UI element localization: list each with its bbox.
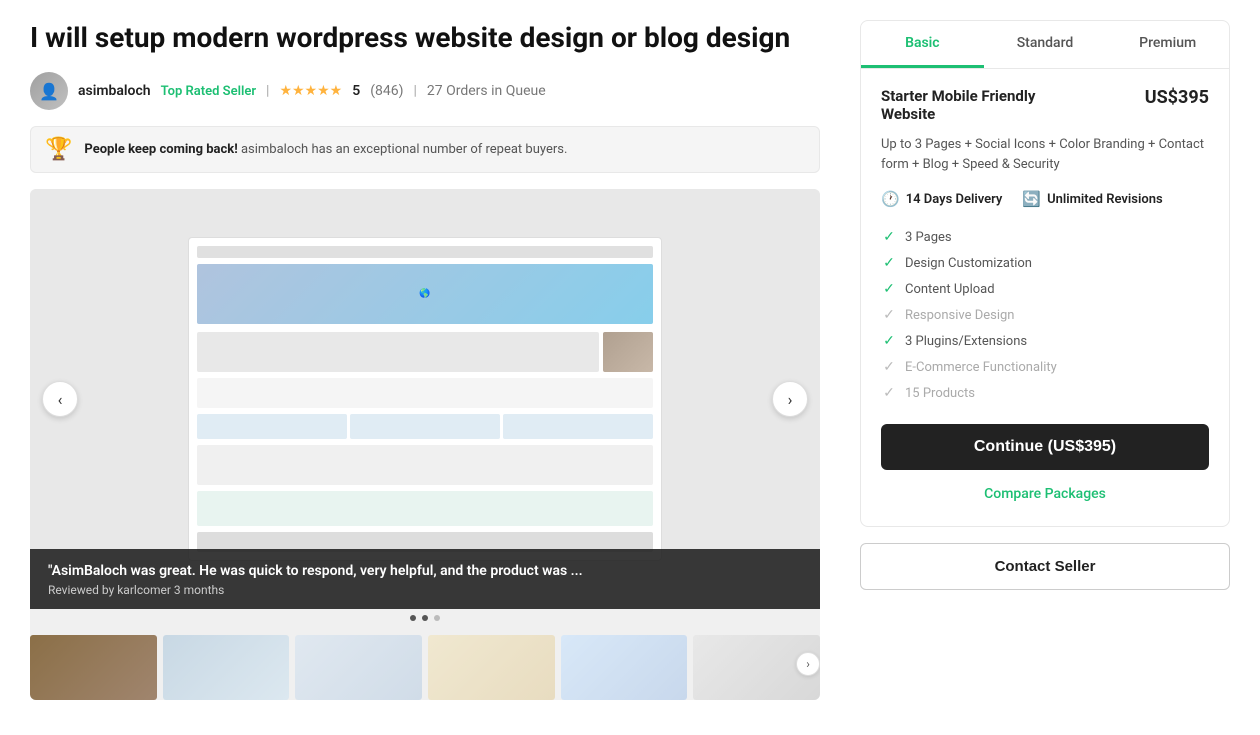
website-preview: 🌎	[188, 237, 662, 561]
compare-packages-link[interactable]: Compare Packages	[881, 482, 1209, 508]
feature-3-pages: ✓ 3 Pages	[881, 224, 1209, 250]
revisions-info: 🔄 Unlimited Revisions	[1022, 190, 1162, 208]
revisions-label: Unlimited Revisions	[1047, 192, 1163, 207]
tab-premium[interactable]: Premium	[1106, 21, 1229, 68]
package-widget: Basic Standard Premium Starter Mobile Fr…	[860, 20, 1230, 527]
check-icon-4: ✓	[881, 307, 897, 323]
thumbnail-4[interactable]	[428, 635, 555, 700]
repeat-buyers-highlight: People keep coming back!	[84, 142, 237, 157]
tab-basic[interactable]: Basic	[861, 21, 984, 68]
features-list: ✓ 3 Pages ✓ Design Customization ✓ Conte…	[881, 224, 1209, 406]
package-name: Starter Mobile Friendly Website	[881, 87, 1081, 123]
feature-content-upload: ✓ Content Upload	[881, 276, 1209, 302]
review-count: (846)	[370, 83, 403, 99]
check-icon-7: ✓	[881, 385, 897, 401]
thumbnails-row: ›	[30, 627, 820, 700]
page-title: I will setup modern wordpress website de…	[30, 20, 820, 56]
feature-products: ✓ 15 Products	[881, 380, 1209, 406]
feature-label-1: 3 Pages	[905, 230, 952, 245]
right-column: Basic Standard Premium Starter Mobile Fr…	[860, 20, 1230, 700]
repeat-buyers-banner: 🏆 People keep coming back! asimbaloch ha…	[30, 126, 820, 173]
mock-cards	[197, 414, 653, 439]
feature-design-customization: ✓ Design Customization	[881, 250, 1209, 276]
mock-hero: 🌎	[197, 264, 653, 324]
mock-nav	[197, 246, 653, 258]
dot-2	[422, 615, 428, 621]
package-price: US$395	[1145, 87, 1209, 108]
feature-ecommerce: ✓ E-Commerce Functionality	[881, 354, 1209, 380]
feature-label-3: Content Upload	[905, 282, 995, 297]
contact-seller-button[interactable]: Contact Seller	[860, 543, 1230, 590]
divider: |	[266, 83, 269, 99]
package-meta: 🕐 14 Days Delivery 🔄 Unlimited Revisions	[881, 190, 1209, 208]
refresh-icon: 🔄	[1022, 190, 1041, 208]
top-rated-badge: Top Rated Seller	[161, 84, 256, 99]
gallery-prev-button[interactable]: ‹	[42, 381, 78, 417]
thumbnail-2[interactable]	[163, 635, 290, 700]
dot-1	[410, 615, 416, 621]
trophy-icon: 🏆	[45, 137, 72, 162]
feature-label-4: Responsive Design	[905, 308, 1014, 323]
repeat-buyers-text: People keep coming back! asimbaloch has …	[84, 142, 567, 157]
repeat-buyers-detail-text: asimbaloch has an exceptional number of …	[241, 142, 567, 157]
avatar: 👤	[30, 72, 68, 110]
thumbnail-3[interactable]	[295, 635, 422, 700]
package-tabs: Basic Standard Premium	[861, 21, 1229, 69]
delivery-info: 🕐 14 Days Delivery	[881, 190, 1002, 208]
mock-instagram	[197, 491, 653, 526]
mock-services	[197, 378, 653, 408]
clock-icon: 🕐	[881, 190, 900, 208]
tab-standard[interactable]: Standard	[984, 21, 1107, 68]
thumbnail-5[interactable]	[561, 635, 688, 700]
rating-value: 5	[352, 83, 360, 99]
check-icon-5: ✓	[881, 333, 897, 349]
feature-responsive-design: ✓ Responsive Design	[881, 302, 1209, 328]
feature-label-7: 15 Products	[905, 386, 975, 401]
mock-blog	[197, 445, 653, 485]
check-icon-1: ✓	[881, 229, 897, 245]
avatar-image: 👤	[30, 72, 68, 110]
gallery-next-button[interactable]: ›	[772, 381, 808, 417]
mock-about-row	[197, 332, 653, 372]
gallery-container: ‹ 🌎	[30, 189, 820, 700]
feature-label-2: Design Customization	[905, 256, 1032, 271]
review-overlay: "AsimBaloch was great. He was quick to r…	[30, 549, 820, 609]
check-icon-3: ✓	[881, 281, 897, 297]
dot-3	[434, 615, 440, 621]
seller-name[interactable]: asimbaloch	[78, 83, 151, 99]
feature-plugins: ✓ 3 Plugins/Extensions	[881, 328, 1209, 354]
package-description: Up to 3 Pages + Social Icons + Color Bra…	[881, 135, 1209, 174]
feature-label-6: E-Commerce Functionality	[905, 360, 1057, 375]
seller-info-bar: 👤 asimbaloch Top Rated Seller | ★★★★★ 5 …	[30, 72, 820, 110]
check-icon-6: ✓	[881, 359, 897, 375]
main-image: ‹ 🌎	[30, 189, 820, 609]
divider-2: |	[413, 83, 416, 99]
review-quote: "AsimBaloch was great. He was quick to r…	[48, 563, 802, 579]
delivery-label: 14 Days Delivery	[906, 192, 1003, 207]
thumbnails-next-button[interactable]: ›	[796, 652, 820, 676]
continue-button[interactable]: Continue (US$395)	[881, 424, 1209, 470]
star-rating: ★★★★★	[279, 83, 342, 99]
package-content: Starter Mobile Friendly Website US$395 U…	[861, 69, 1229, 526]
review-meta: Reviewed by karlcomer 3 months	[48, 583, 802, 597]
check-icon-2: ✓	[881, 255, 897, 271]
feature-label-5: 3 Plugins/Extensions	[905, 334, 1027, 349]
package-header-row: Starter Mobile Friendly Website US$395	[881, 87, 1209, 123]
dots-indicator	[30, 609, 820, 627]
thumbnail-1[interactable]	[30, 635, 157, 700]
orders-queue: 27 Orders in Queue	[427, 83, 546, 99]
